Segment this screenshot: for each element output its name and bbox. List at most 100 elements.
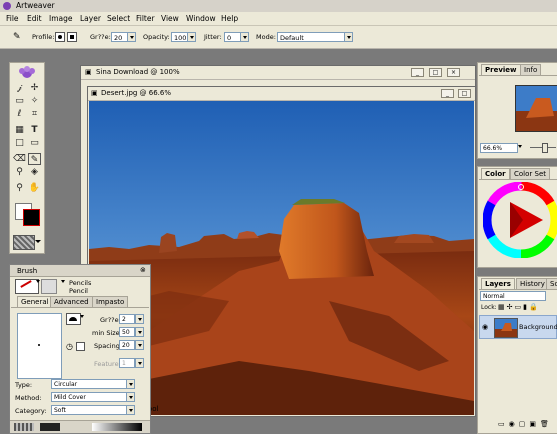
tab-history[interactable]: History <box>516 278 549 289</box>
tab-impasto[interactable]: Impasto <box>92 296 129 307</box>
tab-sc[interactable]: Sc <box>546 278 557 289</box>
zoom-dropdown-icon[interactable] <box>518 145 522 148</box>
method-label: Method: <box>15 394 42 402</box>
document-window-front-titlebar[interactable]: ▣ Desert.jpg @ 66.6% _ □ <box>88 87 475 101</box>
eyedropper-icon[interactable]: ⚲ <box>13 166 26 178</box>
texture-swatch[interactable] <box>14 423 34 431</box>
jitter-label: Jitter: <box>204 33 222 41</box>
gradient-swatch[interactable] <box>92 423 142 431</box>
opacity-field[interactable]: 100 <box>171 32 188 42</box>
minimize-button[interactable]: _ <box>411 68 424 77</box>
menu-file[interactable]: File <box>6 14 19 23</box>
min-size-label: min Size: <box>92 329 122 337</box>
eraser-icon[interactable]: ⌫ <box>13 153 26 165</box>
foreground-color-swatch[interactable] <box>23 209 40 226</box>
type-dropdown[interactable] <box>126 379 135 389</box>
brush-variant-label: Pencil <box>69 287 88 295</box>
zoom-slider-handle[interactable] <box>542 143 548 153</box>
spacing-field[interactable]: 20 <box>119 340 135 350</box>
panel-options-icon[interactable]: ⊗ <box>140 266 146 274</box>
maximize-button[interactable]: □ <box>429 68 442 77</box>
minimize-button[interactable]: _ <box>441 89 454 98</box>
tab-layers[interactable]: Layers <box>481 278 515 289</box>
menu-select[interactable]: Select <box>107 14 130 23</box>
timer-icon[interactable]: ◷ <box>66 342 73 351</box>
tab-advanced[interactable]: Advanced <box>50 296 93 307</box>
menu-view[interactable]: View <box>161 14 179 23</box>
method-dropdown[interactable] <box>126 392 135 402</box>
size-dropdown[interactable] <box>135 314 144 324</box>
fill-bucket-icon[interactable]: ◈ <box>28 166 41 178</box>
size-field[interactable]: 2 <box>119 314 135 324</box>
mode-select[interactable]: Default <box>277 32 347 42</box>
brush-panel-header[interactable]: Brush ⊗ <box>10 265 150 277</box>
tab-color-set[interactable]: Color Set <box>510 168 550 179</box>
brush-active-icon[interactable]: ✎ <box>28 153 41 165</box>
clone-icon[interactable]: ▦ <box>13 124 26 136</box>
tab-color[interactable]: Color <box>481 168 510 179</box>
menu-edit[interactable]: Edit <box>27 14 42 23</box>
size-field[interactable]: 20 <box>111 32 128 42</box>
min-size-dropdown[interactable] <box>135 327 144 337</box>
brush-variant-icon[interactable] <box>41 279 57 294</box>
menu-help[interactable]: Help <box>221 14 238 23</box>
tab-info[interactable]: Info <box>520 64 542 75</box>
text-icon[interactable]: T <box>28 124 41 136</box>
zoom-icon[interactable]: ⚲ <box>13 182 26 194</box>
menu-image[interactable]: Image <box>49 14 73 23</box>
menu-filter[interactable]: Filter <box>136 14 155 23</box>
visibility-eye-icon[interactable]: ◉ <box>482 323 488 331</box>
tab-general[interactable]: General <box>17 296 53 307</box>
spacing-dropdown[interactable] <box>135 340 144 350</box>
brush-shape-dropdown[interactable] <box>80 315 84 318</box>
profile-round-button[interactable] <box>55 32 65 42</box>
move-icon[interactable]: ✢ <box>28 82 41 94</box>
min-size-field[interactable]: 50 <box>119 327 135 337</box>
crop-icon[interactable]: ⌗ <box>28 108 41 120</box>
texture-dropdown-icon[interactable] <box>34 235 42 248</box>
color-wheel[interactable] <box>482 181 557 259</box>
brush-variant-dropdown[interactable] <box>61 280 65 283</box>
lock-icons[interactable]: ▦✢▭▮🔒 <box>498 303 540 311</box>
menu-bar: File Edit Image Layer Select Filter View… <box>0 12 557 26</box>
menu-window[interactable]: Window <box>186 14 216 23</box>
brush-tool-icon[interactable]: ✎ <box>13 31 25 43</box>
category-dropdown[interactable] <box>126 405 135 415</box>
feature-dropdown[interactable] <box>135 358 144 368</box>
layer-name[interactable]: Background <box>519 323 557 331</box>
document-window-back-titlebar[interactable]: ▣ Sina Download @ 100% _ □ × <box>81 66 475 80</box>
lasso-icon[interactable]: ℓ <box>13 108 26 120</box>
jitter-dropdown[interactable] <box>240 32 249 42</box>
front-window-title: Desert.jpg @ 66.6% <box>101 89 172 97</box>
method-select[interactable]: Mild Cover <box>51 392 127 402</box>
feature-field[interactable]: 1 <box>119 358 135 368</box>
category-select[interactable]: Soft <box>51 405 127 415</box>
layer-actions-bar[interactable]: ▭◉▢▣🗑 <box>478 420 557 432</box>
mode-dropdown[interactable] <box>344 32 353 42</box>
rect-select-icon[interactable]: ▭ <box>13 95 26 107</box>
pattern-swatch[interactable] <box>40 423 60 431</box>
magic-wand-icon[interactable]: ✧ <box>28 95 41 107</box>
brush-shape-icon[interactable] <box>66 313 81 325</box>
options-bar: ✎ Profile: Gr??e: 20 Opacity: 100 Jitter… <box>0 26 557 49</box>
texture-swatch[interactable] <box>13 235 35 250</box>
brush-category-dropdown[interactable] <box>36 280 40 283</box>
type-select[interactable]: Circular <box>51 379 127 389</box>
ellipse-shape-icon[interactable]: ▭ <box>28 137 41 149</box>
layer-row[interactable]: ◉ Background <box>479 315 557 339</box>
preview-thumbnail[interactable] <box>515 85 557 132</box>
jitter-field[interactable]: 0 <box>224 32 241 42</box>
zoom-field[interactable]: 66.6% <box>480 143 518 153</box>
brush-icon[interactable]: 𝒿 <box>13 82 26 94</box>
maximize-button[interactable]: □ <box>458 89 471 98</box>
timer-checkbox[interactable] <box>76 342 85 351</box>
close-button[interactable]: × <box>447 68 460 77</box>
rectangle-shape-icon[interactable]: □ <box>13 137 26 149</box>
opacity-dropdown[interactable] <box>187 32 196 42</box>
size-dropdown[interactable] <box>127 32 136 42</box>
profile-square-button[interactable] <box>67 32 77 42</box>
blend-mode-select[interactable]: Normal <box>480 291 546 301</box>
menu-layer[interactable]: Layer <box>80 14 101 23</box>
tab-preview[interactable]: Preview <box>481 64 521 75</box>
hand-icon[interactable]: ✋ <box>28 182 41 194</box>
